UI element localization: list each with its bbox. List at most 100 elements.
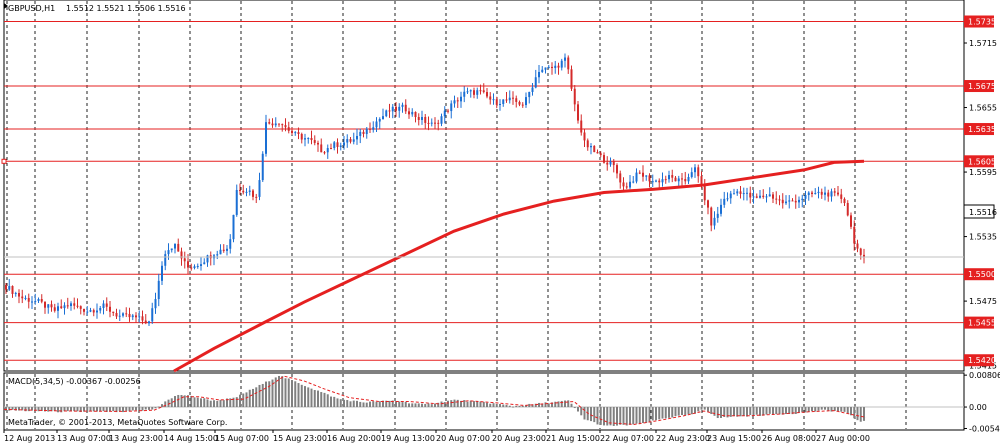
time-tick-label: 12 Aug 2013 <box>4 434 55 443</box>
macd-bar <box>499 404 501 408</box>
time-tick-label: 20 Aug 23:00 <box>492 434 546 443</box>
candle-body <box>164 254 167 266</box>
macd-bar <box>378 401 381 408</box>
macd-bar <box>580 407 583 416</box>
candle-body <box>638 172 641 174</box>
time-tick-label: 23 Aug 15:00 <box>707 434 761 443</box>
macd-bar <box>274 377 277 408</box>
macd-bar <box>466 401 469 408</box>
macd-bar <box>564 400 566 408</box>
candle-body <box>261 153 264 181</box>
candle-body <box>53 307 56 311</box>
candle-body <box>190 267 193 269</box>
candle-body <box>323 152 326 154</box>
candle-body <box>492 99 495 101</box>
macd-bar <box>47 407 50 412</box>
candle-body <box>544 67 547 70</box>
macd-bar <box>645 407 648 423</box>
macd-bar <box>60 407 63 413</box>
macd-bar <box>219 399 222 408</box>
candle-body <box>508 97 511 101</box>
candle-body <box>781 199 784 204</box>
candle-body <box>521 104 524 106</box>
candle-body <box>460 96 462 102</box>
candle-body <box>726 198 729 200</box>
candle-body <box>811 192 813 195</box>
macd-bar <box>707 407 709 412</box>
candle-body <box>268 122 271 124</box>
candle-body <box>661 179 664 183</box>
candle-body <box>619 173 622 183</box>
candle-body <box>102 303 105 309</box>
candle-body <box>518 101 521 105</box>
candle-body <box>50 304 53 308</box>
candle-body <box>31 301 33 303</box>
macd-tick-label: 0.00806 <box>969 371 1000 380</box>
macd-bar <box>193 397 196 408</box>
candle-body <box>739 191 742 194</box>
macd-bar <box>352 400 355 408</box>
macd-bar <box>417 403 420 408</box>
macd-bar <box>346 400 349 408</box>
price-panel-frame <box>3 0 965 372</box>
macd-bar <box>456 399 459 408</box>
macd-bar <box>99 407 102 412</box>
candle-body <box>216 254 219 256</box>
candle-body <box>76 305 79 307</box>
macd-bar <box>261 383 264 408</box>
macd-bar <box>440 401 443 408</box>
candle-body <box>167 250 170 255</box>
macd-bar <box>349 401 352 408</box>
candle-body <box>66 305 69 307</box>
candle-body <box>125 313 128 315</box>
macd-bar <box>681 407 683 415</box>
candle-body <box>674 177 677 182</box>
candle-body <box>755 196 758 198</box>
macd-bar <box>281 376 284 408</box>
macd-bar <box>739 407 742 417</box>
macd-bar <box>252 388 254 408</box>
macd-bar <box>518 405 521 408</box>
candle-body <box>424 116 427 123</box>
candle-body <box>330 148 332 150</box>
candle-body <box>378 118 381 122</box>
macd-bar <box>794 407 797 414</box>
macd-bar <box>258 384 261 408</box>
macd-bar <box>651 407 654 421</box>
candle-body <box>768 194 771 197</box>
candle-body <box>856 243 859 249</box>
candle-body <box>658 180 661 183</box>
candle-body <box>183 258 186 262</box>
candle-body <box>27 297 30 302</box>
macd-bar <box>684 407 687 416</box>
candle-body <box>489 96 492 100</box>
candle-body <box>154 299 157 309</box>
time-tick-label: 14 Aug 15:00 <box>164 434 218 443</box>
candle-body <box>245 191 248 193</box>
macd-bar <box>814 407 817 412</box>
macd-bar <box>827 407 830 411</box>
macd-bar <box>625 407 628 426</box>
candle-body <box>814 193 817 195</box>
candle-body <box>603 155 605 163</box>
time-tick-label: 19 Aug 13:00 <box>381 434 435 443</box>
candle-body <box>193 266 196 269</box>
macd-bar <box>180 395 183 408</box>
macd-bar <box>736 407 739 417</box>
time-tick-label: 26 Aug 08:00 <box>762 434 816 443</box>
candle-body <box>830 191 833 197</box>
macd-bar <box>235 397 238 408</box>
macd-bar <box>450 400 453 408</box>
macd-bar <box>495 403 498 408</box>
macd-bar <box>206 399 209 408</box>
macd-bar <box>489 403 492 408</box>
macd-bar <box>658 407 661 420</box>
candle-body <box>863 254 865 257</box>
macd-bar <box>196 397 199 408</box>
candle-body <box>297 132 300 134</box>
candle-body <box>586 140 589 148</box>
macd-bar <box>408 403 410 408</box>
macd-bar <box>307 387 310 408</box>
macd-bar <box>544 402 547 408</box>
macd-bar <box>700 407 703 410</box>
